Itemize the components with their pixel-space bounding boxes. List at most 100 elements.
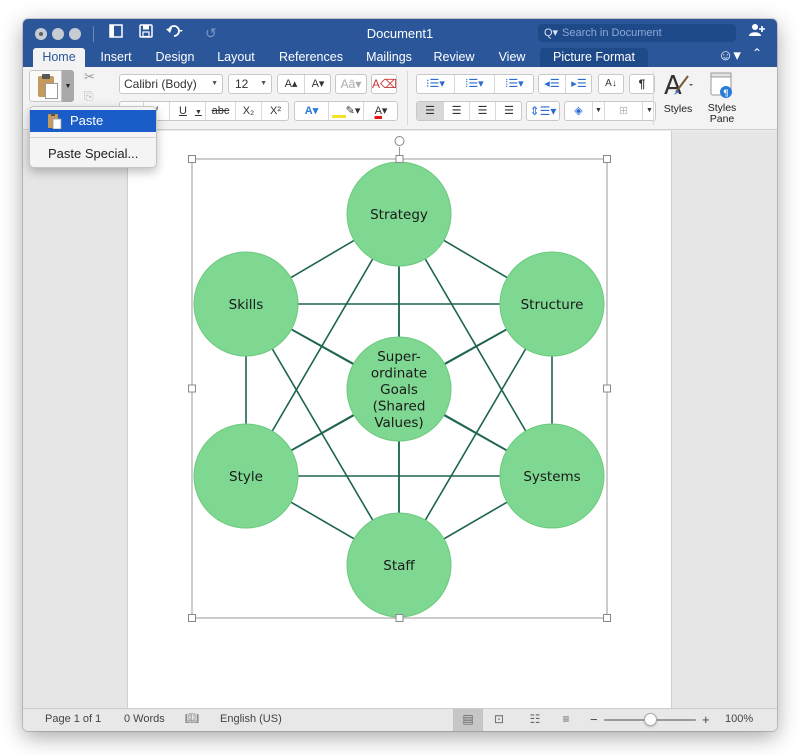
tab-mailings[interactable]: Mailings bbox=[361, 48, 417, 67]
shading-button[interactable]: ◈ bbox=[565, 102, 593, 120]
change-case-button[interactable]: Aā▾ bbox=[335, 74, 367, 94]
status-bar: Page 1 of 1 0 Words 📖︎ English (US) ▤ ⊡ … bbox=[23, 708, 777, 731]
styles-pane-icon: ¶ bbox=[710, 72, 732, 99]
seven-s-diagram[interactable]: Strategy Structure Systems Staff Style Skills… bbox=[23, 131, 777, 708]
tab-view[interactable]: View bbox=[492, 48, 532, 67]
cut-icon[interactable]: ✂ bbox=[84, 69, 95, 85]
align-left-button[interactable]: ☰ bbox=[417, 102, 444, 120]
align-right-button[interactable]: ☰ bbox=[470, 102, 496, 120]
menu-item-paste[interactable]: Paste bbox=[30, 110, 156, 132]
tab-references[interactable]: References bbox=[273, 48, 349, 67]
increase-indent-button[interactable]: ▸☰ bbox=[566, 75, 592, 93]
draft-view-button[interactable]: ≡ bbox=[551, 709, 581, 731]
paste-dropdown-button[interactable]: ▼ bbox=[62, 70, 74, 102]
alignment-group: ☰ ☰ ☰ ☰ bbox=[416, 101, 522, 121]
text-effects-group: A▾ ✎▾ A▾ bbox=[294, 101, 398, 121]
tab-layout[interactable]: Layout bbox=[212, 48, 260, 67]
node-label: Values) bbox=[374, 415, 423, 431]
resize-handle-bottom[interactable] bbox=[395, 614, 404, 622]
underline-button[interactable]: U ▼ bbox=[170, 102, 206, 120]
tab-review[interactable]: Review bbox=[428, 48, 480, 67]
node-label: Style bbox=[229, 469, 263, 485]
highlight-button[interactable]: ✎▾ bbox=[329, 102, 364, 120]
shrink-font-button[interactable]: A▾ bbox=[305, 75, 331, 93]
node-structure[interactable]: Structure bbox=[499, 251, 605, 357]
paste-icon bbox=[48, 113, 62, 130]
menu-divider bbox=[30, 137, 156, 138]
bullets-button[interactable]: ⁝☰▾ bbox=[417, 75, 455, 93]
show-formatting-button[interactable]: ¶ bbox=[629, 74, 655, 94]
collapse-ribbon-icon[interactable]: ⌃ bbox=[752, 46, 762, 60]
node-skills[interactable]: Skills bbox=[193, 251, 299, 357]
numbering-button[interactable]: ⁞☰▾ bbox=[455, 75, 495, 93]
text-effects-button[interactable]: A▾ bbox=[295, 102, 329, 120]
styles-label: Styles bbox=[663, 103, 693, 115]
resize-handle-top-left[interactable] bbox=[188, 155, 196, 163]
node-label: Staff bbox=[383, 558, 415, 574]
multilevel-list-button[interactable]: ⁞☰▾ bbox=[495, 75, 534, 93]
resize-handle-top[interactable] bbox=[395, 155, 404, 163]
language-indicator[interactable]: English (US) bbox=[220, 709, 282, 730]
share-user-icon[interactable] bbox=[749, 23, 765, 40]
sort-button[interactable]: A↓ bbox=[598, 74, 624, 94]
node-strategy[interactable]: Strategy bbox=[346, 161, 452, 267]
tab-design[interactable]: Design bbox=[151, 48, 199, 67]
word-count[interactable]: 0 Words bbox=[124, 709, 165, 730]
decrease-indent-button[interactable]: ◂☰ bbox=[539, 75, 566, 93]
resize-handle-top-right[interactable] bbox=[603, 155, 611, 163]
outline-view-button[interactable]: ☷ bbox=[520, 709, 550, 731]
resize-handle-right[interactable] bbox=[603, 384, 611, 393]
node-systems[interactable]: Systems bbox=[499, 423, 605, 529]
styles-button[interactable]: A Styles bbox=[658, 70, 698, 115]
borders-button[interactable]: ⊞ bbox=[605, 102, 643, 120]
diagram-nodes: Strategy Structure Systems Staff Style Skills… bbox=[193, 161, 605, 618]
tab-insert[interactable]: Insert bbox=[93, 48, 139, 67]
rotate-handle-icon[interactable] bbox=[394, 136, 405, 146]
proofing-icon[interactable]: 📖︎ bbox=[185, 709, 199, 730]
styles-pane-button[interactable]: ¶ Styles Pane bbox=[702, 72, 742, 125]
menu-item-label: Paste Special... bbox=[48, 146, 139, 161]
print-layout-view-button[interactable]: ▤ bbox=[453, 709, 483, 731]
node-label: Skills bbox=[229, 297, 264, 313]
list-group: ⁝☰▾ ⁞☰▾ ⁞☰▾ bbox=[416, 74, 534, 94]
tab-picture-format[interactable]: Picture Format bbox=[540, 48, 648, 67]
node-shared-values[interactable]: Super-ordinateGoals(SharedValues) bbox=[346, 336, 452, 442]
resize-handle-left[interactable] bbox=[188, 384, 196, 393]
copy-icon[interactable]: ⎘ bbox=[84, 89, 94, 104]
chevron-down-icon: ▼ bbox=[260, 80, 267, 87]
subscript-button[interactable]: X₂ bbox=[236, 102, 262, 120]
styles-icon: A bbox=[664, 71, 693, 101]
page-count[interactable]: Page 1 of 1 bbox=[45, 709, 101, 730]
font-name-select[interactable]: Calibri (Body) ▼ bbox=[119, 74, 223, 94]
menu-item-paste-special[interactable]: Paste Special... bbox=[30, 143, 156, 165]
resize-handle-bottom-left[interactable] bbox=[188, 614, 196, 622]
resize-handle-bottom-right[interactable] bbox=[603, 614, 611, 622]
align-center-button[interactable]: ☰ bbox=[444, 102, 470, 120]
tab-home[interactable]: Home bbox=[33, 48, 85, 67]
zoom-in-button[interactable]: + bbox=[702, 709, 710, 730]
borders-dropdown[interactable]: ▼ bbox=[643, 102, 656, 120]
node-style[interactable]: Style bbox=[193, 423, 299, 529]
zoom-slider-thumb[interactable] bbox=[643, 713, 657, 726]
paste-menu: Paste Paste Special... bbox=[29, 106, 157, 168]
chevron-down-icon: ▼ bbox=[211, 80, 218, 87]
node-staff[interactable]: Staff bbox=[346, 512, 452, 618]
superscript-button[interactable]: X² bbox=[262, 102, 289, 120]
font-color-icon: A bbox=[374, 105, 382, 117]
font-size-select[interactable]: 12 ▼ bbox=[228, 74, 272, 94]
web-layout-view-button[interactable]: ⊡ bbox=[484, 709, 514, 731]
feedback-smiley-icon[interactable]: ☺▾ bbox=[718, 46, 741, 64]
zoom-out-button[interactable]: − bbox=[590, 709, 598, 730]
strikethrough-button[interactable]: abc bbox=[206, 102, 236, 120]
paste-button[interactable] bbox=[29, 70, 62, 102]
shading-dropdown[interactable]: ▼ bbox=[593, 102, 605, 120]
menu-item-label: Paste bbox=[70, 113, 104, 128]
clear-formatting-button[interactable]: A⌫ bbox=[371, 74, 397, 94]
search-input[interactable]: Q▾ Search in Document bbox=[538, 24, 736, 42]
search-icon: Q▾ bbox=[544, 27, 559, 39]
font-color-button[interactable]: A▾ bbox=[364, 102, 398, 120]
node-label: Goals bbox=[380, 382, 418, 398]
line-spacing-button[interactable]: ⇕☰▾ bbox=[526, 101, 560, 121]
grow-font-button[interactable]: A▴ bbox=[278, 75, 305, 93]
justify-button[interactable]: ☰ bbox=[496, 102, 522, 120]
